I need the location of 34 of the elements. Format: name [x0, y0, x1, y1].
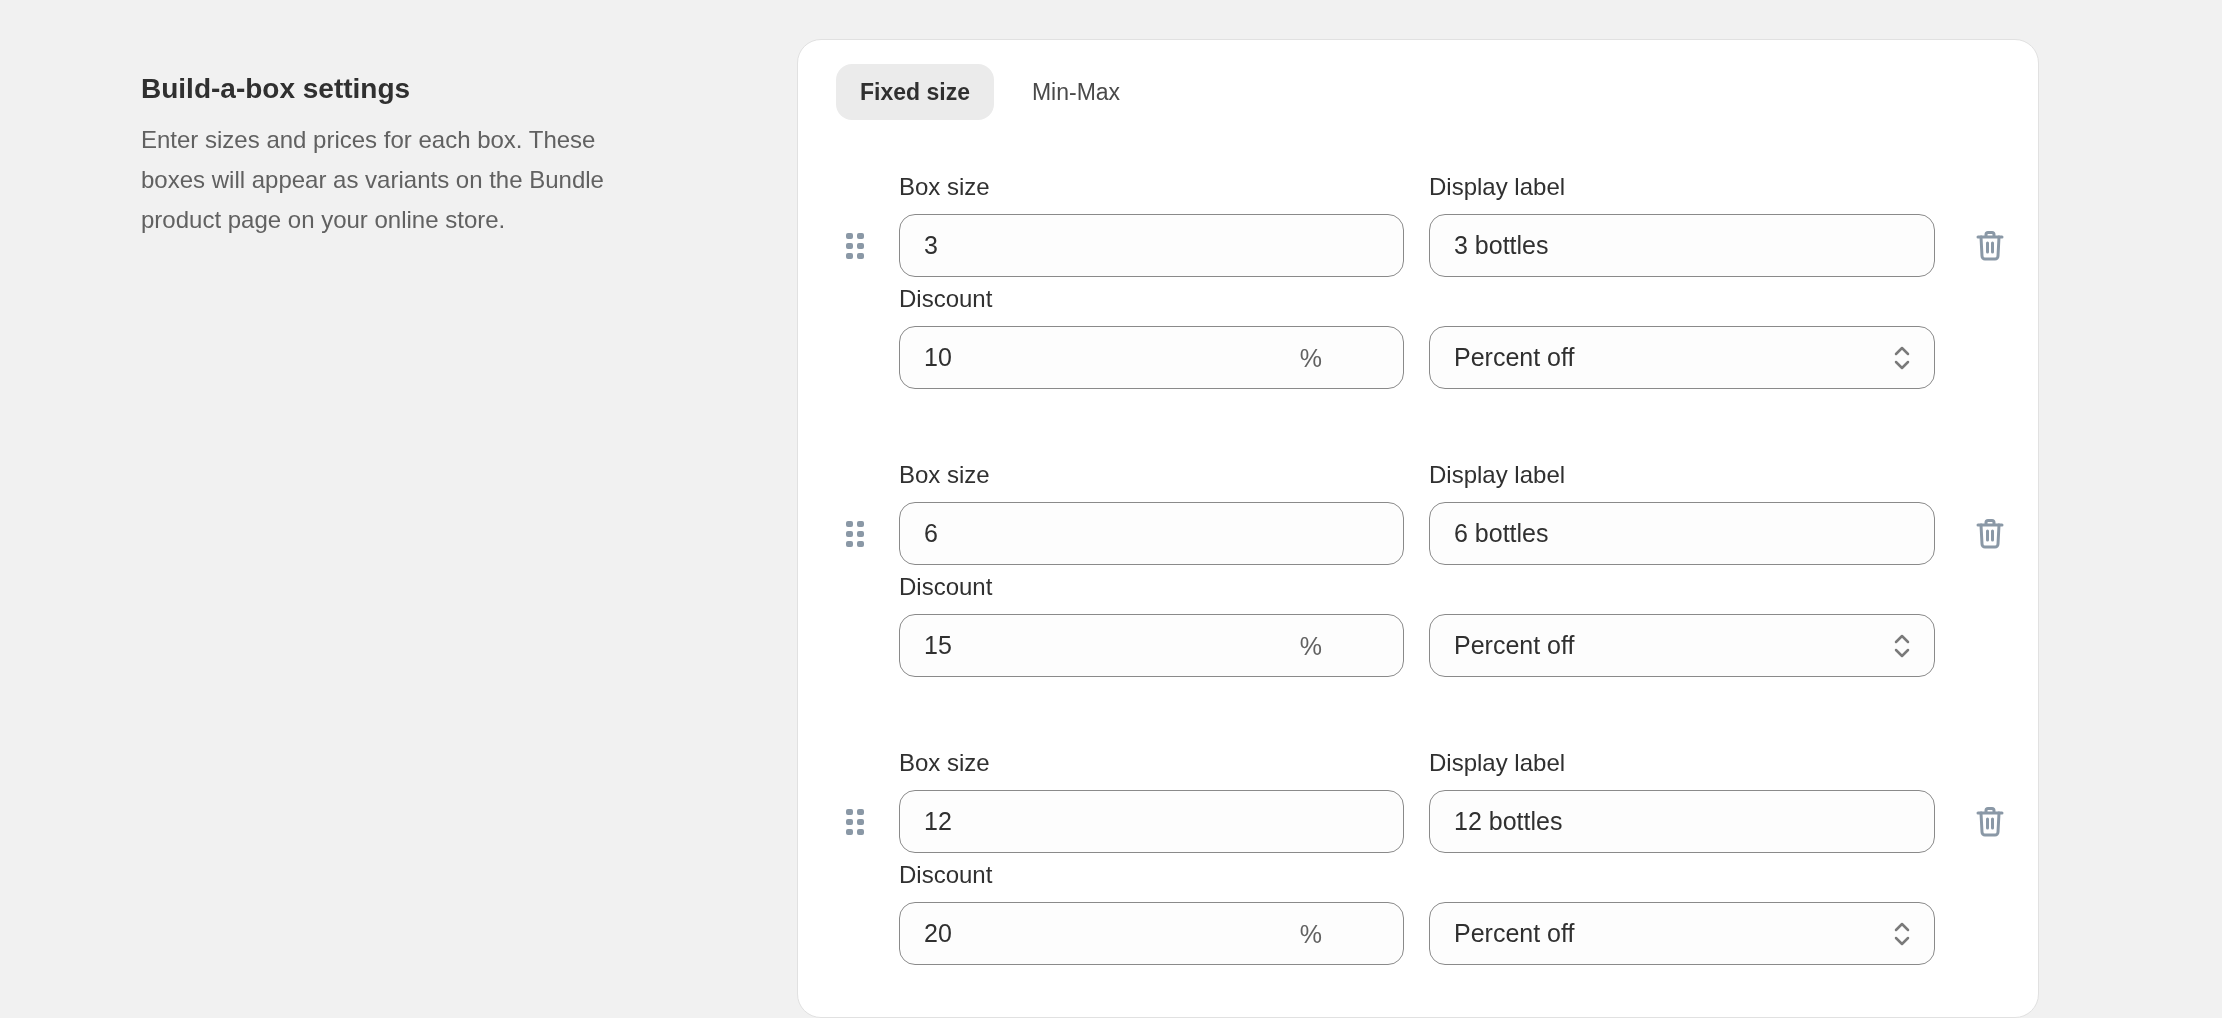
chevron-icon — [1894, 345, 1910, 370]
section-description: Enter sizes and prices for each box. These boxes will appear as variants on the Bundle product page on your online store. — [141, 125, 605, 235]
delete-icon[interactable] — [1976, 806, 2004, 837]
input-field[interactable]: 6 bottles — [1429, 502, 1935, 565]
delete-icon[interactable] — [1976, 518, 2004, 549]
input-field[interactable]: 12 bottles — [1429, 790, 1935, 853]
delete-icon[interactable] — [1976, 230, 2004, 261]
percent-suffix: % — [1299, 633, 1322, 658]
field-label: Discount — [899, 284, 994, 314]
field-label: Box size — [899, 460, 991, 490]
field-label: Display label — [1429, 460, 1567, 490]
field-label: Discount — [899, 860, 994, 890]
chevron-icon — [1894, 921, 1910, 946]
input-field[interactable]: 3 — [899, 214, 1404, 277]
field-label: Display label — [1429, 748, 1567, 778]
drag-handle-icon[interactable] — [846, 808, 864, 835]
tab[interactable]: Fixed size — [836, 64, 994, 120]
select-field[interactable]: Percent off — [1429, 614, 1935, 677]
percent-suffix: % — [1299, 345, 1322, 370]
percent-suffix: % — [1299, 921, 1322, 946]
field-label: Box size — [899, 172, 991, 202]
tab[interactable]: Min-Max — [1007, 64, 1145, 120]
chevron-icon — [1894, 633, 1910, 658]
input-field[interactable]: 12 — [899, 790, 1404, 853]
drag-handle-icon[interactable] — [846, 232, 864, 259]
input-field[interactable]: 6 — [899, 502, 1404, 565]
select-field[interactable]: Percent off — [1429, 902, 1935, 965]
select-field[interactable]: Percent off — [1429, 326, 1935, 389]
input-field[interactable]: 3 bottles — [1429, 214, 1935, 277]
field-label: Display label — [1429, 172, 1567, 202]
field-label: Box size — [899, 748, 991, 778]
section-title: Build-a-box settings — [141, 72, 412, 106]
drag-handle-icon[interactable] — [846, 520, 864, 547]
field-label: Discount — [899, 572, 994, 602]
